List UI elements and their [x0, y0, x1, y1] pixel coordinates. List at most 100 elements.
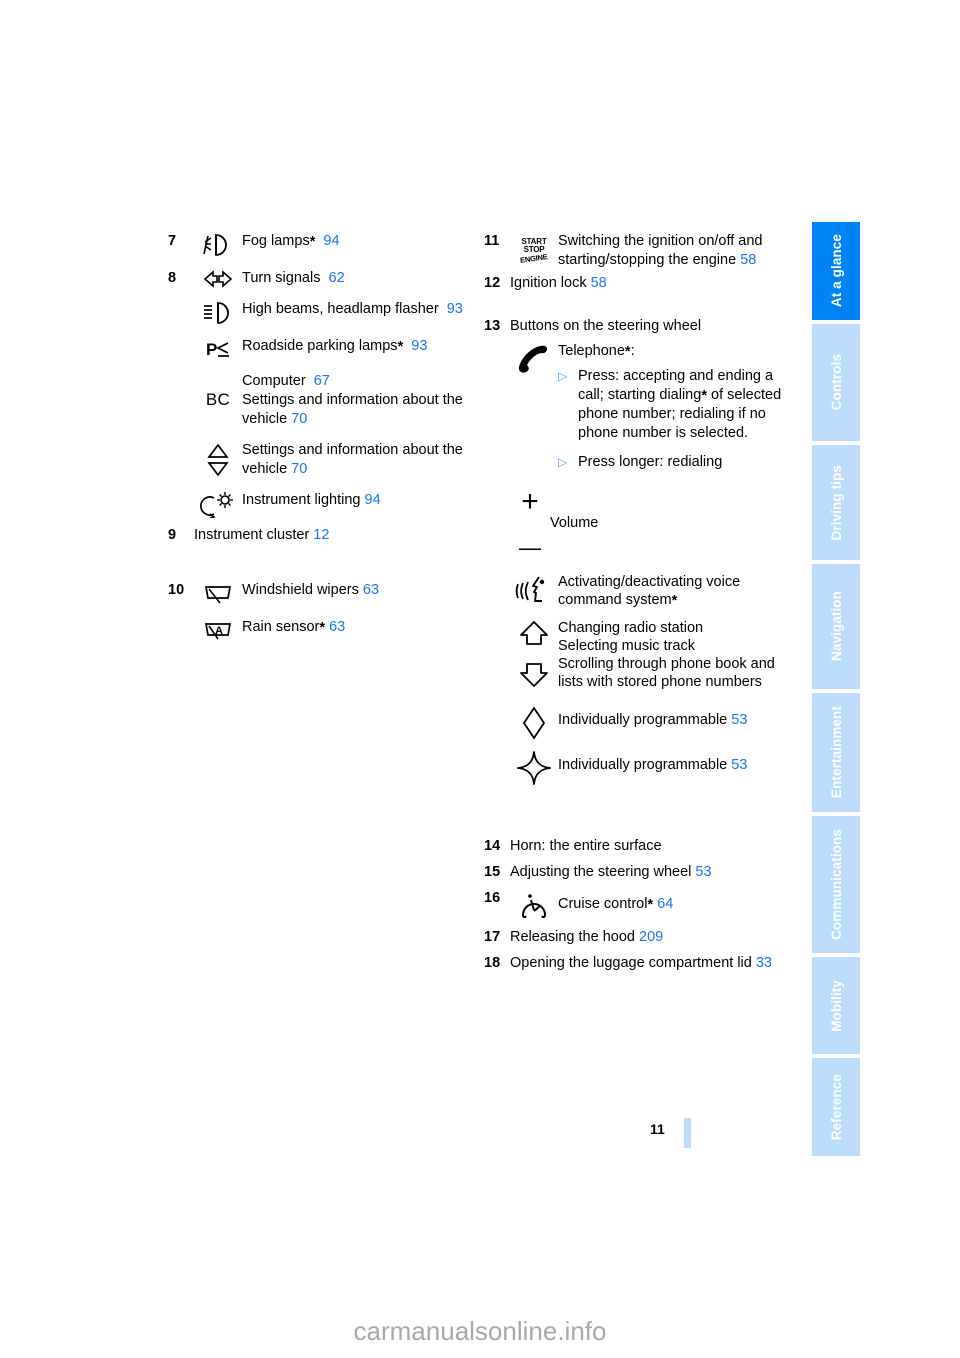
list-item-rain-sensor: A Rain sensor* 63: [168, 618, 480, 643]
engine-label: ENGINE: [519, 251, 549, 265]
item-text: Windshield wipers 63: [242, 581, 480, 600]
page-reference[interactable]: 93: [411, 338, 427, 354]
item-text: Individually programmable 53: [558, 705, 790, 730]
item-label: Horn: the entire surface: [510, 838, 662, 854]
up-down-arrows-icon: [194, 441, 242, 478]
item-label: Cruise control: [558, 896, 648, 912]
sidebar-item-label: At a glance: [828, 234, 844, 308]
arrow-line-4: lists with stored phone numbers: [558, 674, 762, 690]
item-label: Opening the luggage compartment lid: [510, 955, 752, 971]
page-reference[interactable]: 53: [731, 712, 747, 728]
item-text: Roadside parking lamps* 93: [242, 337, 480, 356]
page-reference[interactable]: 33: [756, 955, 772, 971]
sidebar-item-label: Communications: [828, 828, 844, 940]
item-text: High beams, headlamp flasher 93: [242, 300, 480, 319]
list-item-programmable-diamond: Individually programmable 53: [484, 705, 790, 740]
sidebar-item-label: Controls: [828, 354, 844, 411]
list-item-telephone: Telephone*: ▷ Press: accepting and endin…: [484, 342, 790, 472]
page-reference[interactable]: 70: [291, 461, 307, 477]
item-text: Computer 67 Settings and information abo…: [242, 372, 480, 429]
item-label: Windshield wipers: [242, 582, 359, 598]
sidebar-item-at-a-glance[interactable]: At a glance: [812, 222, 860, 320]
page-reference[interactable]: 93: [447, 301, 463, 317]
page-reference[interactable]: 67: [314, 373, 330, 389]
item-text: Cruise control* 64: [558, 889, 790, 914]
item-text: Rain sensor* 63: [242, 618, 480, 637]
list-item-voice-command: Activating/deactivating voice command sy…: [484, 573, 790, 609]
list-item-instrument-cluster: 9 Instrument cluster 12: [168, 526, 480, 545]
item-number: 15: [484, 864, 501, 880]
item-label: High beams, headlamp flasher: [242, 301, 439, 317]
list-item-turn-signals: 8 Turn signals 62: [168, 269, 480, 288]
sidebar-item-label: Mobility: [828, 979, 844, 1032]
item-text: Adjusting the steering wheel 53: [510, 863, 790, 882]
option-asterisk: *: [701, 388, 707, 404]
sidebar-item-mobility[interactable]: Mobility: [812, 956, 860, 1055]
list-item-instrument-lighting: Instrument lighting 94: [168, 491, 480, 518]
item-label: Fog lamps: [242, 233, 310, 249]
item-text: Telephone*: ▷ Press: accepting and endin…: [558, 342, 790, 472]
sidebar-item-communications[interactable]: Communications: [812, 816, 860, 953]
option-asterisk: *: [671, 593, 678, 609]
item-text: Releasing the hood 209: [510, 928, 790, 947]
arrow-line-3: Scrolling through phone book and: [558, 656, 775, 672]
list-item-start-stop-engine: 11 START STOP ENGINE Switching the ignit…: [484, 232, 790, 270]
page-reference[interactable]: 62: [329, 270, 345, 286]
page-reference[interactable]: 63: [363, 582, 379, 598]
list-item-windshield-wipers: 10 Windshield wipers 63: [168, 581, 480, 606]
item-label: Settings and information about the vehic…: [242, 392, 463, 427]
list-item-onboard-computer: BC Computer 67 Settings and information …: [168, 372, 480, 429]
computer-line: Computer 67: [242, 372, 480, 391]
page-reference[interactable]: 63: [329, 619, 345, 635]
page-reference[interactable]: 209: [639, 929, 663, 945]
chapter-tab-rail: At a glance Controls Driving tips Naviga…: [812, 222, 860, 1156]
item-number: 10: [168, 582, 185, 598]
item-label: Volume: [550, 515, 599, 531]
parking-lamps-icon: P: [194, 337, 242, 360]
item-label: Individually programmable: [558, 757, 728, 773]
sidebar-item-reference[interactable]: Reference: [812, 1058, 860, 1156]
sidebar-item-driving-tips[interactable]: Driving tips: [812, 444, 860, 560]
plus-icon: +: [521, 485, 539, 518]
list-item-luggage-compartment: 18 Opening the luggage compartment lid 3…: [484, 954, 790, 973]
item-number: 9: [168, 527, 177, 543]
item-text: Fog lamps* 94: [242, 232, 480, 251]
page-reference[interactable]: 53: [695, 864, 711, 880]
turn-signals-icon: [194, 269, 242, 288]
telephone-heading: Telephone*:: [558, 342, 790, 361]
arrow-line-1: Changing radio station: [558, 620, 704, 636]
page-reference[interactable]: 58: [591, 275, 607, 291]
item-label: Releasing the hood: [510, 929, 635, 945]
page-reference[interactable]: 58: [740, 252, 756, 268]
page-reference[interactable]: 64: [657, 896, 673, 912]
list-item-horn: 14 Horn: the entire surface: [484, 837, 790, 856]
item-number: 7: [168, 233, 177, 249]
page-marker-bar: [684, 1118, 691, 1148]
sidebar-item-controls[interactable]: Controls: [812, 323, 860, 441]
page-reference[interactable]: 12: [313, 527, 329, 543]
list-item-parking-lamps: P Roadside parking lamps* 93: [168, 337, 480, 360]
item-text: Instrument lighting 94: [242, 491, 480, 510]
diamond-icon: [510, 705, 558, 740]
sidebar-item-navigation[interactable]: Navigation: [812, 563, 860, 689]
item-label: Turn signals: [242, 270, 321, 286]
page-reference[interactable]: 70: [291, 411, 307, 427]
page-number: 11: [650, 1121, 665, 1137]
page-reference[interactable]: 94: [365, 492, 381, 508]
item-number: 17: [484, 929, 501, 945]
start-stop-engine-icon: START STOP ENGINE: [510, 232, 558, 267]
colon: :: [630, 343, 635, 359]
bullet-press-accept: ▷ Press: accepting and ending a call; st…: [558, 367, 790, 443]
svg-text:A: A: [215, 625, 223, 637]
list-item-volume: + — Volume: [484, 485, 790, 561]
plus-minus-icon: + —: [510, 485, 550, 561]
page-reference[interactable]: 53: [731, 757, 747, 773]
item-text: Settings and information about the vehic…: [242, 441, 480, 479]
item-text: Activating/deactivating voice command sy…: [558, 573, 790, 609]
windshield-wipers-icon: [194, 581, 242, 606]
item-label: Activating/deactivating voice command sy…: [558, 574, 741, 608]
page-reference[interactable]: 94: [323, 233, 339, 249]
item-label: Buttons on the steering wheel: [510, 318, 702, 334]
item-label: Telephone: [558, 343, 625, 359]
sidebar-item-entertainment[interactable]: Entertainment: [812, 692, 860, 813]
